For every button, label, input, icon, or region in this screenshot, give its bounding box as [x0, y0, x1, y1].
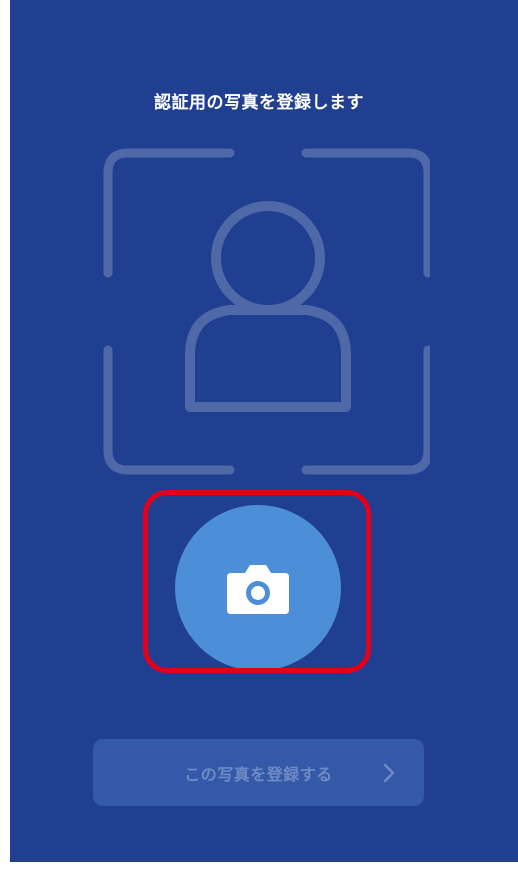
app-screen: 認証用の写真を登録します この写真を登録する [0, 0, 518, 888]
face-frame [90, 145, 430, 480]
camera-icon [227, 565, 289, 614]
person-silhouette-icon [185, 201, 351, 412]
register-photo-label: この写真を登録する [184, 764, 333, 784]
camera-button[interactable] [175, 505, 341, 671]
chevron-right-icon [383, 763, 395, 783]
register-photo-button[interactable]: この写真を登録する [93, 739, 424, 806]
page-title: 認証用の写真を登録します [154, 93, 364, 113]
